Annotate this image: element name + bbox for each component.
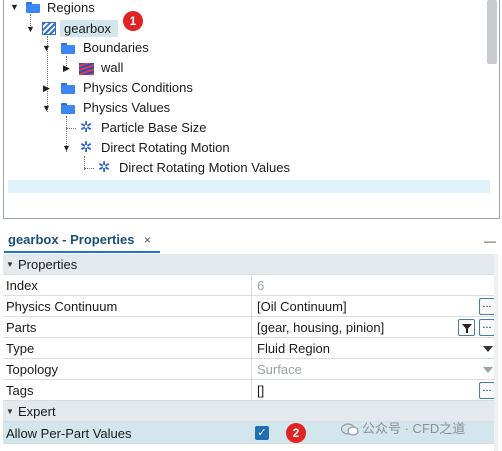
allow-per-part-values-checkbox[interactable]: ✓ (255, 426, 269, 440)
annotation-badge-2: 2 (286, 423, 306, 443)
ellipsis-button[interactable]: ... (479, 298, 495, 315)
tree-node-direct-rotating-motion[interactable]: ▼ ✲ Direct Rotating Motion (0, 140, 280, 156)
section-label: Properties (18, 257, 78, 272)
tree-node-label: Particle Base Size (101, 120, 207, 135)
property-key: Index (6, 278, 38, 293)
tree-node-label: Boundaries (83, 40, 149, 55)
property-key: Physics Continuum (6, 299, 118, 314)
property-key: Parts (6, 320, 37, 335)
properties-tab-title[interactable]: gearbox - Properties (8, 232, 134, 248)
region-icon (42, 22, 56, 35)
active-tab-indicator (4, 251, 160, 253)
section-properties[interactable]: ▼ Properties (3, 254, 498, 275)
tree-scrollbar[interactable] (487, 0, 497, 64)
property-row-tags[interactable]: Tags [] ... (3, 380, 498, 401)
wechat-logo-icon (341, 423, 359, 436)
tree-node-label: Direct Rotating Motion Values (119, 160, 291, 175)
column-divider (251, 275, 252, 296)
tree-node-label: Regions (47, 0, 95, 15)
property-key: Allow Per-Part Values (6, 426, 132, 441)
column-divider (251, 359, 252, 380)
tree-node-wall[interactable]: ▶ wall (0, 60, 200, 76)
physics-value-icon: ✲ (79, 119, 93, 136)
column-divider (251, 380, 252, 401)
property-value[interactable]: Fluid Region (257, 341, 330, 356)
property-row-index: Index 6 (3, 275, 498, 296)
close-icon[interactable]: × (144, 232, 151, 248)
tree-node-label: Physics Values (83, 100, 171, 115)
property-value: Surface (257, 362, 302, 377)
property-value[interactable]: [Oil Continuum] (257, 299, 347, 314)
tree-node-particle-base-size[interactable]: ✲ Particle Base Size (0, 120, 260, 136)
collapse-arrow-icon[interactable]: ▼ (42, 44, 51, 53)
folder-icon (61, 103, 75, 114)
annotation-badge-1: 1 (123, 11, 143, 31)
collapse-arrow-icon[interactable]: ▼ (42, 104, 51, 113)
property-row-physics-continuum[interactable]: Physics Continuum [Oil Continuum] ... (3, 296, 498, 317)
tree-node-label: wall (101, 60, 124, 75)
column-divider (251, 338, 252, 359)
tree-node-label: gearbox (64, 21, 111, 36)
tree-node-gearbox[interactable]: ▼ gearbox (0, 20, 200, 38)
tree-node-regions[interactable]: ▼ Regions (0, 0, 200, 16)
minimize-icon[interactable]: — (484, 235, 496, 247)
dropdown-arrow-icon[interactable] (483, 346, 493, 352)
dropdown-arrow-icon (483, 367, 493, 373)
folder-icon (26, 2, 40, 13)
ellipsis-button[interactable]: ... (479, 382, 495, 399)
property-value[interactable]: [] (257, 383, 264, 398)
folder-icon (61, 43, 75, 54)
collapse-arrow-icon[interactable]: ▼ (10, 3, 19, 12)
property-value: 6 (257, 278, 265, 293)
collapse-arrow-icon[interactable]: ▼ (6, 260, 14, 269)
wall-boundary-icon (79, 63, 94, 75)
expand-arrow-icon[interactable]: ▶ (62, 64, 71, 73)
tree-empty-selection-band (8, 180, 490, 193)
physics-value-icon: ✲ (79, 139, 93, 156)
property-key: Topology (6, 362, 59, 377)
tree-node-physics-conditions[interactable]: ▶ Physics Conditions (0, 80, 240, 96)
section-expert[interactable]: ▼ Expert (3, 401, 498, 422)
property-row-parts[interactable]: Parts [gear, housing, pinion] ... (3, 317, 498, 338)
tree-node-label: Physics Conditions (83, 80, 193, 95)
column-divider (251, 422, 252, 443)
collapse-arrow-icon[interactable]: ▼ (6, 407, 14, 416)
filter-icon[interactable] (458, 319, 475, 336)
tree-node-direct-rotating-motion-values[interactable]: ✲ Direct Rotating Motion Values (0, 160, 320, 176)
ellipsis-button[interactable]: ... (479, 319, 495, 336)
property-row-topology: Topology Surface (3, 359, 498, 380)
property-key: Tags (6, 383, 34, 398)
tree-node-physics-values[interactable]: ▼ Physics Values (0, 100, 240, 116)
tree-node-boundaries[interactable]: ▼ Boundaries (0, 40, 200, 56)
folder-icon (61, 83, 75, 94)
tree-node-label: Direct Rotating Motion (101, 140, 230, 155)
collapse-arrow-icon[interactable]: ▼ (26, 25, 35, 34)
collapse-arrow-icon[interactable]: ▼ (62, 144, 71, 153)
column-divider (251, 317, 252, 338)
property-value[interactable]: [gear, housing, pinion] (257, 320, 384, 335)
properties-scrollbar[interactable] (494, 254, 498, 451)
physics-value-icon: ✲ (97, 159, 111, 176)
property-row-type[interactable]: Type Fluid Region (3, 338, 498, 359)
column-divider (251, 296, 252, 317)
watermark-text: 公众号 · CFD之道 (362, 421, 466, 436)
section-label: Expert (18, 404, 56, 419)
expand-arrow-icon[interactable]: ▶ (42, 84, 51, 93)
property-key: Type (6, 341, 35, 356)
